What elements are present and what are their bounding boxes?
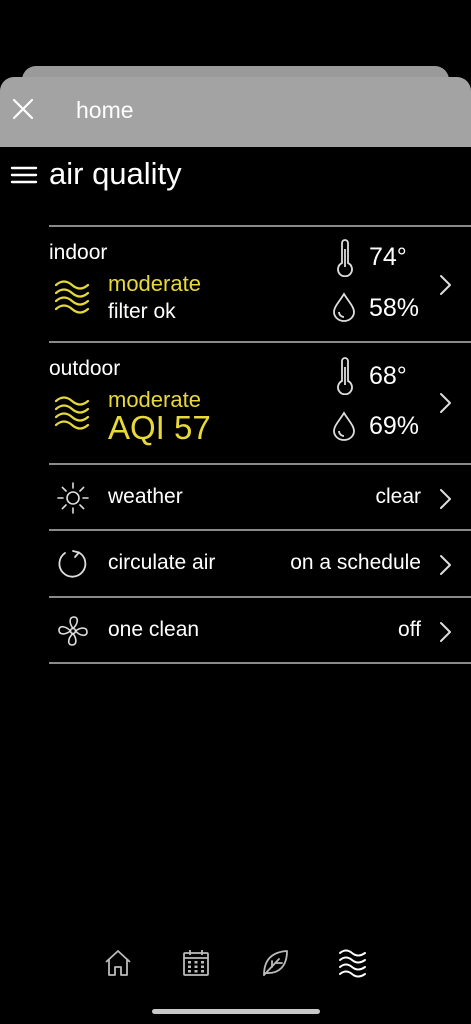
circulate-icon <box>58 550 87 578</box>
indoor-label: indoor <box>49 241 108 264</box>
air-waves-icon <box>54 396 90 430</box>
one-clean-row[interactable]: one clean off <box>49 598 471 662</box>
close-button[interactable] <box>9 95 37 123</box>
close-icon <box>12 98 34 120</box>
waves-icon <box>339 949 366 978</box>
chevron-right-icon <box>440 555 451 575</box>
thermometer-icon <box>337 239 353 277</box>
chevron-right-icon <box>440 489 451 509</box>
one-clean-label: one clean <box>108 618 200 641</box>
header-title: home <box>76 97 134 123</box>
sheet-header: home <box>0 77 471 147</box>
sun-icon <box>57 482 89 514</box>
humidity-icon <box>333 292 355 322</box>
chevron-right-icon <box>440 622 451 642</box>
humidity-icon <box>333 411 355 441</box>
chevron-right-icon <box>440 275 451 295</box>
aqi-value: AQI 57 <box>108 409 211 446</box>
outdoor-card[interactable]: outdoor moderate AQI 57 68° 69% <box>49 343 471 463</box>
menu-button[interactable] <box>10 163 38 187</box>
indoor-card[interactable]: indoor moderate filter ok 74° 58% <box>49 227 471 341</box>
thermometer-icon <box>337 357 353 395</box>
circulate-air-value: on a schedule <box>290 551 421 574</box>
tab-air-quality[interactable] <box>336 946 370 980</box>
tab-schedule[interactable] <box>179 946 213 980</box>
indoor-humidity: 58% <box>369 294 420 322</box>
tab-home[interactable] <box>101 946 135 980</box>
screen: home air quality indoor moderate filter … <box>0 0 471 1024</box>
tab-eco[interactable] <box>258 946 292 980</box>
outdoor-humidity: 69% <box>369 412 420 440</box>
menu-icon <box>10 166 38 184</box>
home-indicator[interactable] <box>152 1009 320 1014</box>
filter-status: filter ok <box>108 300 176 323</box>
indoor-temperature: 74° <box>369 243 407 271</box>
tab-bar <box>0 940 471 990</box>
circulate-air-row[interactable]: circulate air on a schedule <box>49 531 471 595</box>
title-row: air quality <box>0 150 471 200</box>
divider <box>49 662 471 664</box>
leaf-icon <box>263 950 288 976</box>
calendar-icon <box>183 950 209 976</box>
weather-label: weather <box>108 485 183 508</box>
page-title: air quality <box>49 156 182 191</box>
one-clean-value: off <box>398 618 421 641</box>
home-icon <box>105 950 131 976</box>
air-waves-icon <box>54 280 90 314</box>
outdoor-label: outdoor <box>49 357 121 380</box>
chevron-right-icon <box>440 393 451 413</box>
circulate-air-label: circulate air <box>108 551 216 574</box>
fan-icon <box>58 616 88 646</box>
indoor-status: moderate <box>108 271 201 296</box>
weather-value: clear <box>375 485 421 508</box>
weather-row[interactable]: weather clear <box>49 465 471 529</box>
outdoor-temperature: 68° <box>369 362 407 390</box>
